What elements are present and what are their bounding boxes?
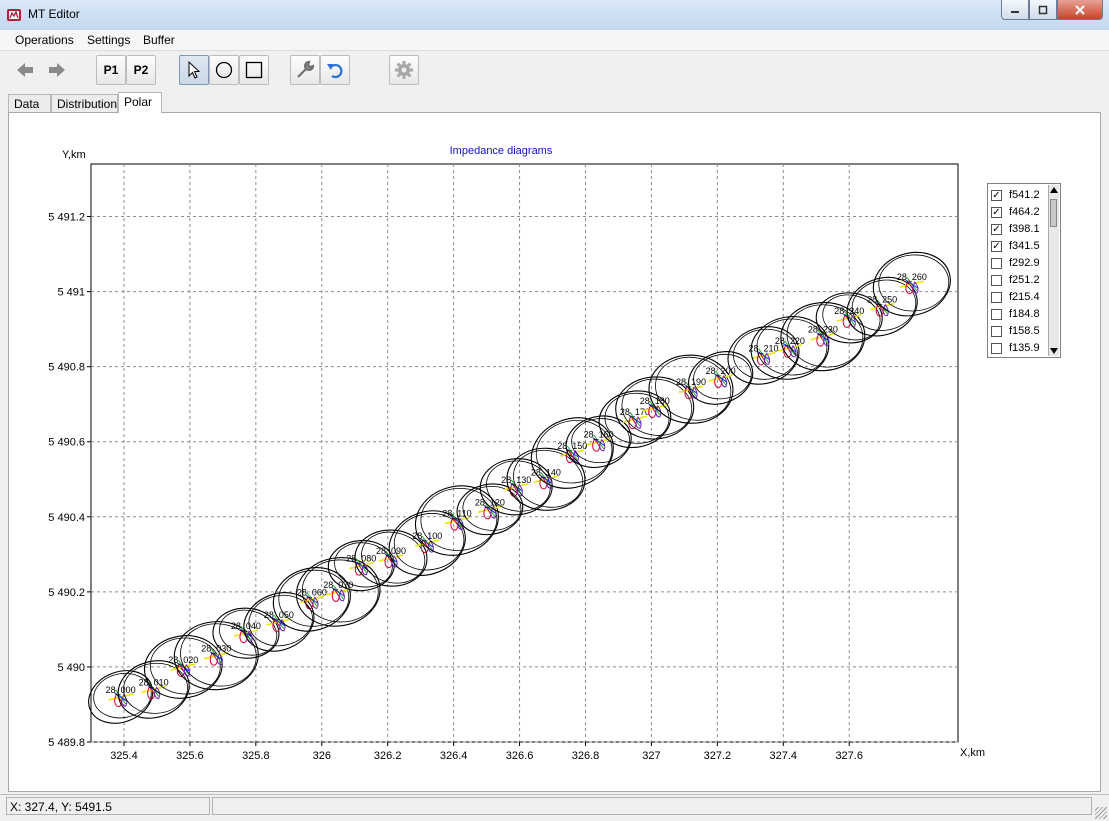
legend-item[interactable]: ✓ f341.5 — [991, 238, 1040, 254]
legend-checkbox[interactable] — [991, 308, 1002, 320]
legend-item[interactable]: f158.5 — [991, 323, 1040, 339]
station-label: 28_190 — [676, 377, 706, 387]
y-tick-label: 5 490.6 — [48, 437, 85, 449]
legend-item[interactable]: f292.9 — [991, 255, 1040, 271]
legend-item[interactable]: f215.4 — [991, 289, 1040, 305]
impedance-chart[interactable]: Impedance diagrams Y,km X,km 325.4 325.6 3… — [0, 0, 1109, 820]
legend-scrollbar[interactable] — [1048, 185, 1059, 356]
legend-label: f464.2 — [1009, 206, 1040, 218]
y-tick-label: 5 490 — [57, 662, 85, 674]
x-tick-label: 326.8 — [572, 750, 600, 762]
x-tick-label: 327.6 — [835, 750, 863, 762]
legend-checkbox[interactable] — [991, 274, 1002, 286]
chart-title: Impedance diagrams — [450, 145, 553, 157]
station-label: 28_180 — [640, 396, 670, 406]
scroll-down-icon[interactable] — [1050, 348, 1058, 354]
legend-item[interactable]: ✓ f464.2 — [991, 204, 1040, 220]
x-tick-label: 326 — [313, 750, 331, 762]
legend-label: f292.9 — [1009, 257, 1040, 269]
scroll-up-icon[interactable] — [1050, 187, 1058, 193]
station-label: 28_160 — [584, 430, 614, 440]
y-tick-label: 5 491.2 — [48, 212, 85, 224]
x-axis-label: X,km — [960, 747, 985, 759]
legend-item[interactable]: ✓ f398.1 — [991, 221, 1040, 237]
x-tick-label: 327 — [642, 750, 660, 762]
legend-label: f398.1 — [1009, 223, 1040, 235]
y-tick-label: 5 490.2 — [48, 587, 85, 599]
y-axis-label: Y,km — [62, 149, 86, 161]
legend-label: f251.2 — [1009, 274, 1040, 286]
x-tick-label: 325.8 — [242, 750, 270, 762]
legend-item[interactable]: ✓ f541.2 — [991, 187, 1040, 203]
cursor-coordinates: X: 327.4, Y: 5491.5 — [6, 797, 210, 815]
legend-checkbox[interactable]: ✓ — [991, 223, 1002, 235]
legend-label: f541.2 — [1009, 189, 1040, 201]
station-label: 28_130 — [501, 475, 531, 485]
legend-checkbox[interactable] — [991, 291, 1002, 303]
y-tick-label: 5 491 — [57, 287, 85, 299]
station-label: 28_020 — [168, 655, 198, 665]
station-label: 28_220 — [775, 336, 805, 346]
legend-item[interactable]: f135.9 — [991, 340, 1040, 356]
resize-grip-icon[interactable] — [1095, 807, 1107, 819]
station-label: 28_010 — [139, 677, 169, 687]
x-tick-label: 327.4 — [770, 750, 798, 762]
station-label: 28_070 — [323, 580, 353, 590]
y-tick-label: 5 490.8 — [48, 362, 85, 374]
x-tick-label: 327.2 — [704, 750, 732, 762]
legend-item[interactable]: f251.2 — [991, 272, 1040, 288]
station-label: 28_000 — [106, 685, 136, 695]
status-message — [212, 797, 1092, 815]
legend-checkbox[interactable] — [991, 257, 1002, 269]
legend-label: f184.8 — [1009, 308, 1040, 320]
legend-label: f215.4 — [1009, 291, 1040, 303]
y-tick-label: 5 490.4 — [48, 512, 85, 524]
legend-label: f158.5 — [1009, 325, 1040, 337]
legend-item[interactable]: f184.8 — [991, 306, 1040, 322]
x-tick-label: 326.6 — [506, 750, 534, 762]
legend-checkbox[interactable] — [991, 342, 1002, 354]
station-label: 28_040 — [231, 621, 261, 631]
station-label: 28_090 — [376, 546, 406, 556]
station-label: 28_260 — [897, 272, 927, 282]
x-tick-label: 326.4 — [440, 750, 468, 762]
legend-checkbox[interactable]: ✓ — [991, 240, 1002, 252]
legend-label: f135.9 — [1009, 342, 1040, 354]
legend-checkbox[interactable] — [991, 325, 1002, 337]
x-tick-label: 326.2 — [374, 750, 402, 762]
y-tick-label: 5 489.8 — [48, 737, 85, 749]
tab-polar[interactable]: Polar — [118, 92, 162, 113]
x-tick-label: 325.6 — [176, 750, 204, 762]
station-label: 28_240 — [834, 306, 864, 316]
legend-label: f341.5 — [1009, 240, 1040, 252]
scroll-thumb[interactable] — [1050, 199, 1057, 227]
tab-polar-label: Polar — [124, 95, 153, 109]
status-bar: X: 327.4, Y: 5491.5 — [0, 794, 1109, 821]
frequency-legend: ✓ f541.2 ✓ f464.2 ✓ f398.1 ✓ f341.5 f292.9 f251.2… — [987, 183, 1061, 358]
legend-checkbox[interactable]: ✓ — [991, 189, 1002, 201]
legend-checkbox[interactable]: ✓ — [991, 206, 1002, 218]
x-tick-label: 325.4 — [110, 750, 138, 762]
